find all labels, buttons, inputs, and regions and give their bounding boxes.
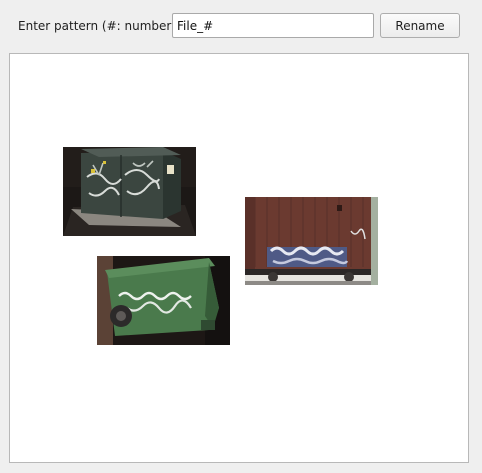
toolbar: Enter pattern (#: number): Rename (0, 0, 482, 50)
pattern-input[interactable] (172, 13, 374, 38)
rename-button[interactable]: Rename (380, 13, 460, 38)
boxcar-photo (245, 197, 378, 285)
utility-box-photo (63, 147, 196, 236)
image-thumbnail-boxcar[interactable] (245, 197, 378, 285)
pattern-label: Enter pattern (#: number): (18, 19, 181, 33)
trash-bin-photo (97, 256, 230, 345)
image-thumbnail-trash-bin[interactable] (97, 256, 230, 345)
image-canvas (9, 53, 469, 463)
image-thumbnail-utility-box[interactable] (63, 147, 196, 236)
